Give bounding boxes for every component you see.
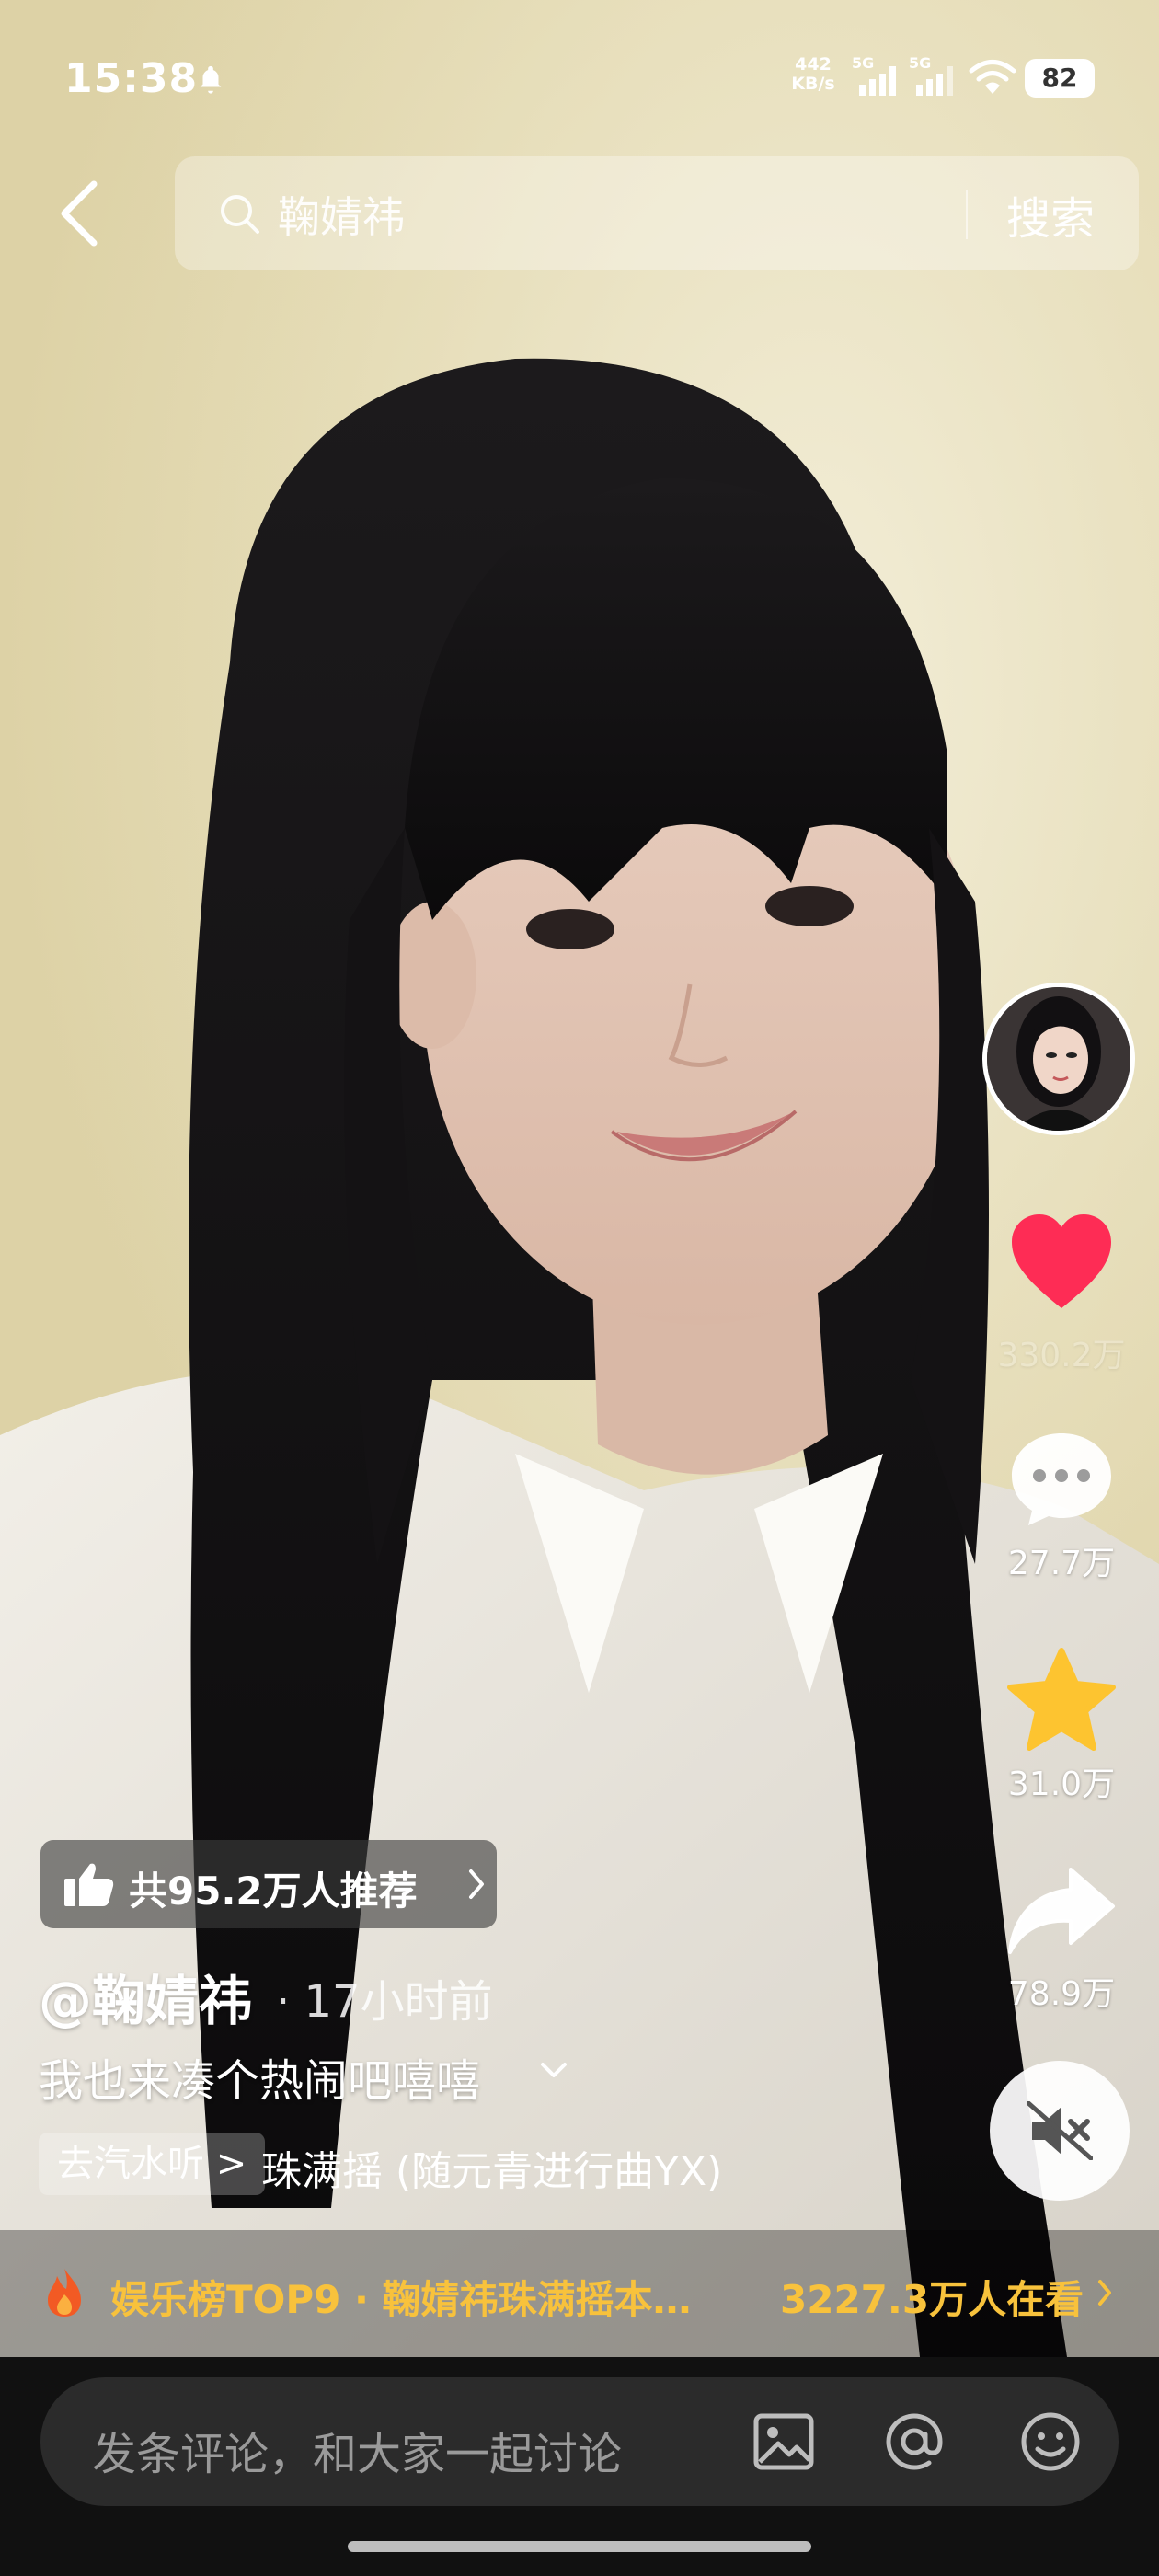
recommend-pill[interactable]: 共95.2万人推荐 [40,1840,497,1928]
status-time: 15:38 [64,55,199,102]
signal-5g-icon: 5G [852,54,896,96]
thumbs-up-icon [64,1863,114,1906]
share-count: 78.9万 [1007,1975,1116,2013]
search-divider [966,190,968,239]
like-heart-icon[interactable] [1008,1213,1115,1312]
comment-input[interactable]: 发条评论，和大家一起讨论 [40,2377,1119,2506]
favorite-count: 31.0万 [1007,1765,1116,1803]
search-bar[interactable]: 鞠婧祎 搜索 [175,156,1139,270]
comment-bubble-icon[interactable] [1008,1430,1115,1527]
video-screen: 15:38 442 KB/s 5G 5G 82 鞠婧祎 搜索 330.2万 27… [0,0,1159,2576]
image-picker-icon[interactable] [751,2409,817,2475]
chevron-right-icon [1098,2280,1111,2306]
favorite-star-icon[interactable] [1004,1647,1119,1755]
chevron-down-icon[interactable] [539,2059,568,2083]
listen-in-qishui-button[interactable]: 去汽水听 > [39,2133,266,2195]
music-title[interactable]: 珠满摇 (随元青进行曲YX) [261,2138,722,2197]
back-arrow-icon[interactable] [53,177,109,250]
home-indicator[interactable] [348,2541,811,2552]
recommend-text: 共95.2万人推荐 [129,1869,418,1914]
search-button[interactable]: 搜索 [1006,182,1095,247]
mute-button[interactable] [990,2061,1130,2201]
network-speed-value: 442 [795,54,832,75]
emoji-icon[interactable] [1017,2409,1084,2475]
video-description: 我也来凑个热闹吧嘻嘻 [39,2055,481,2107]
author-avatar[interactable] [982,983,1135,1135]
watching-count: 3227.3万人在看 [780,2277,1084,2322]
author-name[interactable]: @鞠婧祎 [39,1958,252,2035]
hot-list-text: 娱乐榜TOP9 · 鞠婧祎珠满摇本… [110,2277,692,2322]
like-count: 330.2万 [997,1337,1126,1374]
mention-at-icon[interactable] [881,2409,947,2475]
flame-icon [48,2269,81,2317]
post-time: · 17小时前 [276,1976,493,2028]
status-bar: 15:38 442 KB/s 5G 5G 82 [0,0,1159,156]
notification-bell-icon [200,65,222,94]
search-icon [221,195,259,234]
wifi-icon [969,60,1016,94]
sim2-label: 5G [909,54,931,72]
hot-list-banner[interactable]: 娱乐榜TOP9 · 鞠婧祎珠满摇本… 3227.3万人在看 [0,2230,1159,2357]
chevron-right-icon [469,1869,484,1899]
avatar-image [987,987,1130,1131]
sim1-label: 5G [852,54,874,72]
network-speed-unit: KB/s [791,74,835,94]
speaker-muted-icon [1027,2101,1093,2160]
signal-5g-icon: 5G [909,54,953,96]
battery-level: 82 [1025,59,1095,98]
network-speed: 442 KB/s [787,55,839,94]
comment-placeholder: 发条评论，和大家一起讨论 [92,2429,623,2480]
search-input[interactable]: 鞠婧祎 [278,184,405,245]
share-arrow-icon[interactable] [1006,1864,1117,1956]
comment-count: 27.7万 [1007,1545,1116,1582]
